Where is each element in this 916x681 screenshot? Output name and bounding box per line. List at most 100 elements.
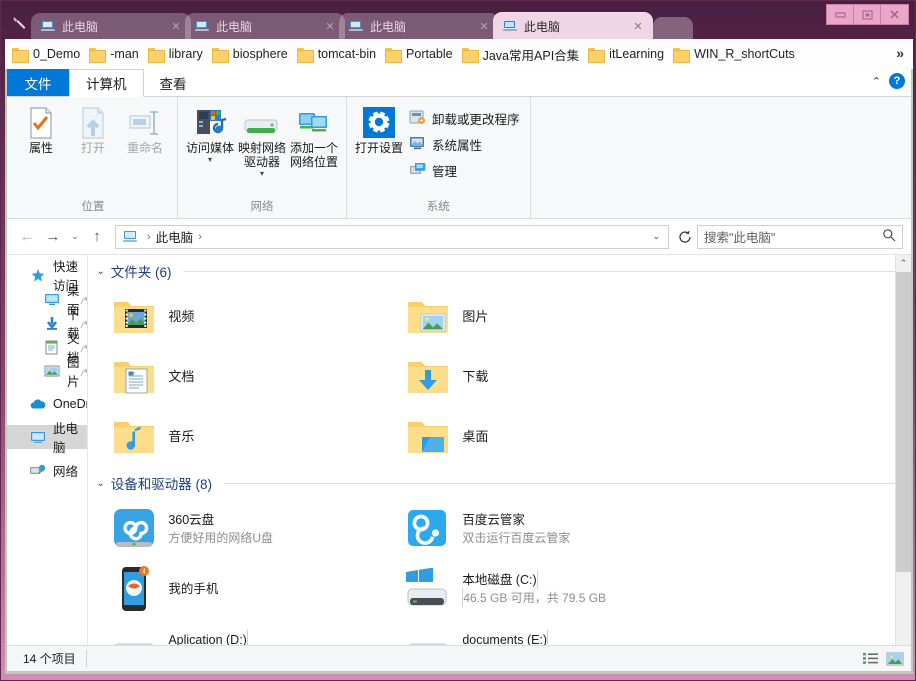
section-header-drives[interactable]: ⌄ 设备和驱动器 (8)	[88, 467, 911, 495]
button-label: 映射网络驱动器	[237, 141, 286, 169]
button-label: 属性	[28, 141, 53, 155]
pin-icon[interactable]	[80, 317, 88, 329]
address-bar: ← → ⌄ ↑ › 此电脑 › ⌄ 搜索"此电脑"	[7, 219, 911, 255]
bookmark-item[interactable]: Portable	[382, 45, 459, 63]
wrench-icon[interactable]	[9, 13, 29, 33]
bookmark-item[interactable]: library	[145, 45, 209, 63]
bookmark-item[interactable]: itLearning	[585, 45, 670, 63]
list-item[interactable]: 视频	[106, 287, 400, 347]
item-body: 我的手机	[168, 580, 396, 598]
breadcrumb-separator: ›	[147, 230, 151, 243]
refresh-button[interactable]	[675, 230, 695, 244]
chevron-down-icon[interactable]: ▾	[260, 169, 264, 178]
bookmark-item[interactable]: 0_Demo	[9, 45, 86, 63]
button-label: 卸载或更改程序	[432, 113, 520, 127]
item-name: 文档	[168, 369, 195, 384]
browser-tab-active[interactable]: 此电脑 ✕	[493, 13, 653, 39]
list-item[interactable]: 文档	[106, 347, 400, 407]
back-button[interactable]: ←	[15, 225, 39, 249]
this-pc-icon	[122, 230, 138, 244]
ribbon-tab-view[interactable]: 查看	[144, 69, 203, 96]
sidebar-item-network[interactable]: 网络	[7, 458, 87, 482]
scrollbar-thumb[interactable]	[896, 272, 911, 572]
bookmark-item[interactable]: Java常用API合集	[459, 43, 586, 66]
bookmark-item[interactable]: WIN_R_shortCuts	[670, 45, 801, 63]
close-icon[interactable]: ✕	[477, 19, 491, 33]
section-divider	[183, 270, 903, 272]
chevron-down-icon[interactable]: ⌄	[96, 266, 104, 277]
recent-locations-button[interactable]: ⌄	[67, 225, 83, 249]
list-item[interactable]: 360云盘 方便好用的网络U盘	[106, 499, 400, 559]
large-icons-view-icon[interactable]	[885, 650, 905, 668]
chevron-down-icon[interactable]: ⌄	[96, 478, 104, 489]
button-label: 管理	[432, 165, 458, 179]
search-input[interactable]: 搜索"此电脑"	[704, 227, 775, 246]
forward-button[interactable]: →	[41, 225, 65, 249]
system-properties-button[interactable]: 系统属性	[405, 133, 524, 156]
properties-icon	[25, 105, 57, 141]
map-network-drive-button[interactable]: 映射网络驱动器 ▾	[236, 101, 288, 178]
close-icon[interactable]: ✕	[323, 19, 337, 33]
browser-tab[interactable]: 此电脑 ✕	[185, 13, 345, 39]
list-item[interactable]: 桌面	[400, 407, 694, 467]
open-settings-button[interactable]: 打开设置	[353, 101, 405, 156]
open-button[interactable]: 打开	[67, 101, 119, 156]
breadcrumb-current[interactable]: 此电脑	[156, 227, 194, 246]
minimize-button[interactable]	[827, 5, 854, 24]
up-button[interactable]: ↑	[85, 225, 109, 249]
uninstall-program-icon	[409, 109, 426, 128]
list-item[interactable]: 音乐	[106, 407, 400, 467]
browser-tab[interactable]: 此电脑 ✕	[339, 13, 499, 39]
search-icon[interactable]	[882, 228, 896, 245]
add-network-location-button[interactable]: 添加一个网络位置	[288, 101, 340, 170]
this-pc-icon	[41, 19, 56, 33]
section-title: 文件夹 (6)	[110, 265, 172, 280]
list-item[interactable]: 下载	[400, 347, 694, 407]
bookmark-item[interactable]: -man	[86, 45, 144, 63]
bookmark-overflow-button[interactable]: »	[891, 43, 909, 63]
chevron-up-icon[interactable]: ⌃	[872, 75, 881, 88]
item-body: 桌面	[462, 428, 690, 446]
close-icon[interactable]: ✕	[631, 19, 645, 33]
item-body: 视频	[168, 308, 396, 326]
list-item[interactable]: 4 我的手机	[106, 559, 400, 619]
close-button[interactable]	[881, 5, 908, 24]
breadcrumb-bar[interactable]: › 此电脑 › ⌄	[115, 224, 669, 249]
pin-icon[interactable]	[80, 293, 88, 305]
list-item[interactable]: 本地磁盘 (C:) 46.5 GB 可用，共 79.5 GB	[400, 559, 694, 619]
uninstall-program-button[interactable]: 卸载或更改程序	[405, 107, 524, 130]
manage-button[interactable]: 管理	[405, 159, 524, 182]
pin-icon[interactable]	[80, 365, 88, 377]
properties-button[interactable]: 属性	[15, 101, 67, 156]
ribbon-tab-computer[interactable]: 计算机	[69, 69, 144, 97]
close-icon[interactable]: ✕	[169, 19, 183, 33]
rename-button[interactable]: 重命名	[119, 101, 171, 156]
folder-icon	[588, 47, 606, 63]
maximize-button[interactable]	[854, 5, 881, 24]
file-list[interactable]: ⌄ 文件夹 (6) 视频 图片 文档 下载 音乐 桌面 ⌄ 设备和驱动器 (8)…	[88, 255, 911, 671]
scroll-up-arrow-icon[interactable]: ⌃	[896, 255, 911, 272]
list-item[interactable]: 图片	[400, 287, 694, 347]
chevron-down-icon[interactable]: ⌄	[652, 231, 664, 242]
vertical-scrollbar[interactable]: ⌃ ⌄	[895, 255, 911, 671]
ribbon: 属性 打开 重命名 位置 访问媒体 ▾ 映射网络驱动器 ▾ 添加一个网络位置 网…	[7, 97, 911, 219]
chevron-down-icon[interactable]: ▾	[208, 155, 212, 164]
bookmark-item[interactable]: tomcat-bin	[294, 45, 382, 63]
bookmark-item[interactable]: biosphere	[209, 45, 294, 63]
sidebar-item-pictures[interactable]: 图片	[7, 356, 88, 389]
media-server-button[interactable]: 访问媒体 ▾	[184, 101, 236, 164]
details-view-icon[interactable]	[861, 650, 881, 668]
breadcrumb-separator-end[interactable]: ›	[198, 231, 202, 243]
sidebar-item-this-pc[interactable]: 此电脑	[7, 422, 88, 455]
browser-tab[interactable]: 此电脑 ✕	[31, 13, 191, 39]
pin-icon[interactable]	[80, 341, 88, 353]
item-name: 图片	[462, 309, 489, 324]
help-button[interactable]: ?	[889, 73, 905, 89]
folder-desktop-icon	[404, 413, 452, 461]
ribbon-tab-file[interactable]: 文件	[7, 69, 69, 96]
list-item[interactable]: 百度云管家 双击运行百度云管家	[400, 499, 694, 559]
section-header-folders[interactable]: ⌄ 文件夹 (6)	[88, 255, 911, 283]
sidebar-item-onedrive[interactable]: OneDrive	[7, 392, 87, 416]
search-box[interactable]: 搜索"此电脑"	[697, 224, 903, 249]
new-tab-button[interactable]	[653, 17, 693, 39]
